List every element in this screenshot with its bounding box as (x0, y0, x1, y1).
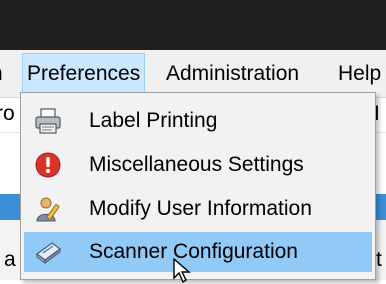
menu-item-label-printing[interactable]: Label Printing (24, 101, 372, 141)
menu-item-label: Label Printing (89, 109, 218, 132)
menu-item-label: Modify User Information (89, 197, 312, 220)
menu-bar: n Preferences Administration Help (0, 50, 386, 98)
preferences-dropdown-menu: Label Printing Miscellaneous Settings Mo… (20, 92, 376, 280)
menu-item-label: Miscellaneous Settings (89, 153, 304, 176)
background-text: a (4, 248, 16, 271)
mouse-cursor-icon (173, 258, 191, 284)
menu-item-modify-user-information[interactable]: Modify User Information (24, 189, 372, 229)
background-text: ro (0, 102, 15, 125)
menu-item-scanner-configuration[interactable]: Scanner Configuration (24, 232, 372, 272)
menu-administration[interactable]: Administration (166, 50, 299, 97)
printer-icon (35, 108, 61, 134)
title-bar (0, 0, 386, 50)
menu-item-miscellaneous-settings[interactable]: Miscellaneous Settings (24, 145, 372, 185)
alert-icon (35, 152, 61, 178)
menu-help[interactable]: Help (338, 50, 381, 97)
background-text: t (376, 248, 382, 271)
user-edit-icon (36, 197, 60, 222)
menu-item-partial[interactable]: n (0, 50, 3, 97)
menu-preferences[interactable]: Preferences (22, 53, 146, 95)
scanner-icon (35, 242, 62, 264)
